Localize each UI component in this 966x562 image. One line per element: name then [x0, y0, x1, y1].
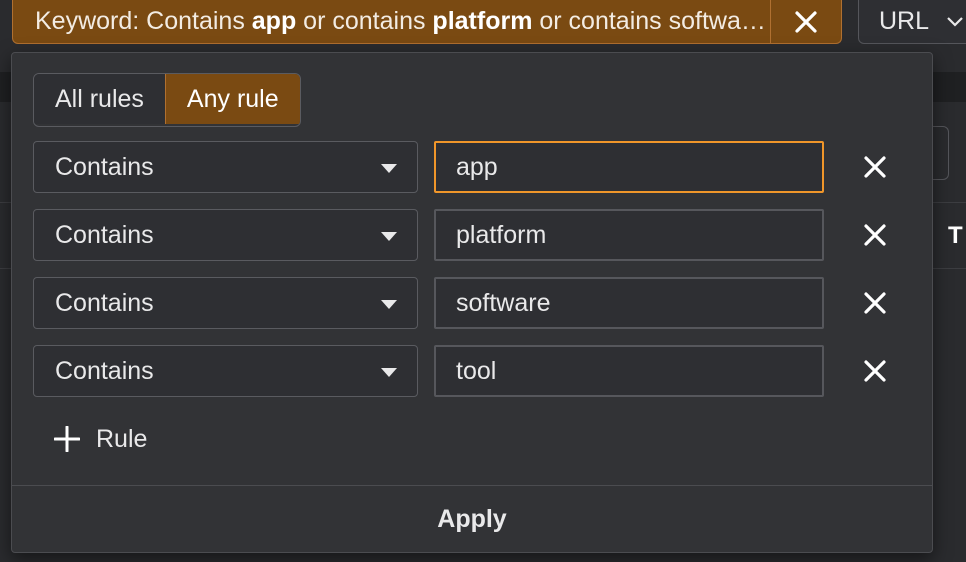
- rule-row: Contains: [33, 209, 913, 261]
- caret-down-icon: [381, 232, 397, 241]
- url-filter-chip[interactable]: URL: [858, 0, 966, 44]
- caret-down-icon: [381, 368, 397, 377]
- remove-rule-button[interactable]: [855, 215, 895, 255]
- rule-operator-select[interactable]: Contains: [33, 277, 418, 329]
- rule-operator-select[interactable]: Contains: [33, 141, 418, 193]
- rule-row: Contains: [33, 345, 913, 397]
- close-icon: [864, 292, 886, 314]
- url-filter-label: URL: [879, 7, 930, 35]
- close-icon: [864, 360, 886, 382]
- rule-row: Contains: [33, 141, 913, 193]
- caret-down-icon: [381, 300, 397, 309]
- apply-button[interactable]: Apply: [12, 486, 932, 552]
- all-rules-option[interactable]: All rules: [34, 74, 165, 124]
- keyword-filter-summary[interactable]: Keyword: Contains app or contains platfo…: [13, 7, 770, 36]
- add-rule-label: Rule: [96, 424, 148, 453]
- match-mode-toggle: All rules Any rule: [33, 73, 301, 127]
- rule-value-input[interactable]: [434, 277, 824, 329]
- keyword-filter-chip[interactable]: Keyword: Contains app or contains platfo…: [12, 0, 842, 44]
- rule-value-input[interactable]: [434, 345, 824, 397]
- caret-down-icon: [381, 164, 397, 173]
- remove-rule-button[interactable]: [855, 351, 895, 391]
- background-column-header: T: [948, 222, 963, 249]
- rule-value-input[interactable]: [434, 141, 824, 193]
- rule-operator-select[interactable]: Contains: [33, 345, 418, 397]
- chevron-down-icon: [947, 16, 963, 27]
- keyword-filter-dropdown: All rules Any rule Contains Contains Con…: [11, 52, 933, 553]
- rule-row: Contains: [33, 277, 913, 329]
- rule-operator-select[interactable]: Contains: [33, 209, 418, 261]
- plus-icon: [54, 426, 80, 452]
- rule-value-input[interactable]: [434, 209, 824, 261]
- add-rule-button[interactable]: Rule: [54, 423, 147, 455]
- remove-filter-button[interactable]: [770, 0, 841, 44]
- close-icon: [864, 224, 886, 246]
- close-icon: [795, 10, 817, 33]
- close-icon: [864, 156, 886, 178]
- remove-rule-button[interactable]: [855, 283, 895, 323]
- remove-rule-button[interactable]: [855, 147, 895, 187]
- any-rule-option[interactable]: Any rule: [164, 74, 300, 124]
